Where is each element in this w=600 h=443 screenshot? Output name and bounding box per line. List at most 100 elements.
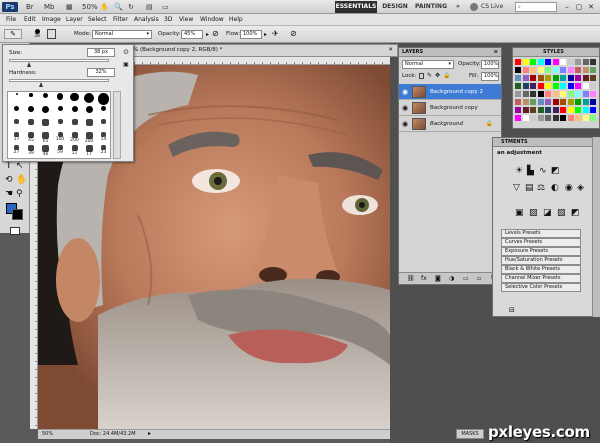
hand-tool-icon[interactable]: ☚	[5, 189, 13, 199]
color-swatch[interactable]	[537, 99, 544, 105]
color-swatch[interactable]	[582, 115, 589, 121]
invert-icon[interactable]: ▣	[515, 208, 524, 218]
gradient-map-icon[interactable]: ▧	[557, 208, 566, 218]
lock-transparency-icon[interactable]	[419, 73, 424, 79]
color-swatch[interactable]	[522, 59, 529, 65]
color-swatch[interactable]	[530, 115, 536, 121]
3d-rotate-icon[interactable]: ⟲	[5, 175, 13, 185]
color-swatch[interactable]	[537, 75, 544, 81]
color-swatch[interactable]	[560, 115, 566, 121]
color-swatch[interactable]	[590, 115, 596, 121]
selective-color-icon[interactable]: ◩	[571, 208, 580, 218]
channel-mixer-icon[interactable]: ◈	[577, 183, 584, 193]
brush-preset[interactable]: 59	[54, 145, 67, 162]
menu-view[interactable]: View	[179, 14, 193, 26]
brush-preset[interactable]: 23	[97, 145, 110, 162]
menu-3d[interactable]: 3D	[164, 14, 172, 26]
color-swatch[interactable]	[537, 91, 544, 97]
brush-picker-button[interactable]: 38	[30, 28, 44, 41]
chevron-right-icon[interactable]: ▸	[264, 31, 267, 38]
color-swatch[interactable]	[530, 59, 536, 65]
color-swatch[interactable]	[530, 67, 536, 73]
color-swatch[interactable]	[537, 59, 544, 65]
maximize-icon[interactable]: ▢	[574, 2, 584, 12]
guides-icon[interactable]: ▦	[66, 2, 73, 12]
color-swatch[interactable]	[567, 83, 574, 89]
clip-to-layer-icon[interactable]: ⊟	[509, 306, 515, 314]
color-swatch[interactable]	[552, 83, 559, 89]
color-swatch[interactable]	[515, 67, 521, 73]
brush-preset[interactable]: 46	[39, 145, 52, 162]
color-swatch[interactable]	[530, 99, 536, 105]
color-swatch[interactable]	[552, 67, 559, 73]
lock-position-icon[interactable]: ✥	[435, 72, 440, 79]
zoom-field[interactable]: 50%	[42, 431, 53, 437]
color-swatch[interactable]	[582, 83, 589, 89]
color-swatch[interactable]	[567, 59, 574, 65]
workspace-essentials[interactable]: ESSENTIALS	[335, 1, 377, 13]
color-swatch[interactable]	[582, 75, 589, 81]
workspace-more-button[interactable]: »	[451, 1, 465, 13]
preset-black-white[interactable]: Black & White Presets	[501, 265, 581, 274]
layer-row[interactable]: ◉ Background copy 2	[399, 84, 501, 100]
path-selection-icon[interactable]: ↖	[16, 161, 24, 171]
brightness-contrast-icon[interactable]: ☀	[515, 166, 523, 176]
size-slider-thumb[interactable]	[27, 62, 31, 67]
mini-bridge-icon[interactable]: Mb	[44, 2, 54, 12]
fill-input[interactable]: 100%	[481, 72, 499, 81]
lock-pixels-icon[interactable]: ✎	[427, 72, 432, 79]
exposure-icon[interactable]: ◩	[551, 166, 560, 176]
color-swatch[interactable]	[575, 91, 581, 97]
color-swatch[interactable]	[560, 91, 566, 97]
color-swatch[interactable]	[582, 59, 589, 65]
preset-selective-color[interactable]: Selective Color Presets	[501, 283, 581, 292]
color-swatch[interactable]	[515, 91, 521, 97]
zoom-level-menu[interactable]: 50%	[82, 2, 98, 12]
color-swatch[interactable]	[590, 99, 596, 105]
color-swatch[interactable]	[545, 83, 551, 89]
color-swatch[interactable]	[567, 67, 574, 73]
eye-icon[interactable]: ◉	[401, 120, 409, 128]
layer-row[interactable]: ◉ Background copy	[399, 100, 501, 116]
hardness-slider[interactable]	[9, 79, 109, 82]
color-swatch[interactable]	[537, 107, 544, 113]
preset-exposure[interactable]: Exposure Presets	[501, 247, 581, 256]
brush-grid-scrollbar[interactable]	[113, 91, 121, 159]
color-swatch[interactable]	[552, 59, 559, 65]
color-swatch[interactable]	[545, 59, 551, 65]
add-mask-icon[interactable]: ◙	[435, 275, 441, 282]
color-swatch[interactable]	[552, 115, 559, 121]
color-swatch[interactable]	[515, 99, 521, 105]
airbrush-icon[interactable]: ✈	[272, 29, 282, 39]
brush-preset[interactable]: 39	[25, 145, 38, 162]
opacity-input[interactable]: 45%	[181, 30, 203, 39]
color-swatch[interactable]	[582, 107, 589, 113]
layer-style-icon[interactable]: fx	[421, 275, 427, 282]
adjustments-scrollbar[interactable]	[592, 137, 600, 317]
menu-analysis[interactable]: Analysis	[134, 14, 159, 26]
menu-image[interactable]: Image	[42, 14, 61, 26]
levels-icon[interactable]: ▙	[527, 166, 534, 176]
cs-live-button[interactable]: CS Live	[470, 2, 503, 12]
layer-row[interactable]: ◉ Background 🔒	[399, 116, 501, 132]
eye-icon[interactable]: ◉	[401, 88, 409, 96]
color-swatch[interactable]	[522, 75, 529, 81]
new-layer-icon[interactable]: ▫	[477, 275, 481, 282]
color-swatch[interactable]	[582, 67, 589, 73]
color-swatch[interactable]	[582, 91, 589, 97]
hue-saturation-icon[interactable]: ▤	[525, 183, 534, 193]
workspace-painting[interactable]: PAINTING	[413, 1, 449, 13]
color-swatch[interactable]	[590, 75, 596, 81]
minimize-icon[interactable]: –	[562, 2, 572, 12]
background-color-swatch[interactable]	[12, 209, 23, 220]
new-group-icon[interactable]: ▭	[463, 275, 469, 282]
color-swatch[interactable]	[552, 107, 559, 113]
menu-edit[interactable]: Edit	[24, 14, 36, 26]
color-swatch[interactable]	[545, 91, 551, 97]
close-icon[interactable]: ✕	[388, 45, 393, 56]
color-swatch[interactable]	[537, 115, 544, 121]
brush-options-menu-icon[interactable]: ⊙	[121, 48, 131, 57]
color-swatch[interactable]	[530, 107, 536, 113]
hand-tool-icon[interactable]: ✋	[16, 175, 27, 185]
flow-input[interactable]: 100%	[240, 30, 262, 39]
